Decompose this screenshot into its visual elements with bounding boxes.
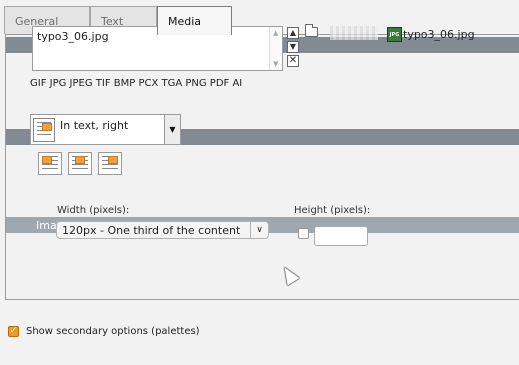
scroll-down-arrow-icon[interactable]: ▼	[273, 60, 278, 68]
secondary-options-checkbox[interactable]: ✓	[8, 326, 19, 337]
select-arrow-icon[interactable]: ▼	[164, 115, 180, 144]
position-option-right-icon[interactable]	[98, 152, 122, 175]
position-preview-icon	[33, 118, 55, 142]
position-select-value: In text, right	[60, 119, 129, 132]
tab-media[interactable]: Media	[157, 6, 232, 35]
move-up-button[interactable]: ▲	[287, 27, 299, 39]
tab-media-label: Media	[168, 15, 202, 28]
file-reference-label[interactable]: typo3_06.jpg	[403, 28, 475, 41]
file-list-scrollbar[interactable]: ▲ ▼	[269, 27, 282, 70]
image-thumbnail	[330, 26, 378, 40]
allowed-file-types: GIF JPG JPEG TIF BMP PCX TGA PNG PDF AI	[30, 78, 243, 89]
height-label: Height (pixels):	[294, 205, 371, 216]
width-select[interactable]: 120px - One third of the content ∨	[56, 221, 269, 239]
scroll-up-arrow-icon[interactable]: ▲	[273, 29, 278, 37]
width-select-value: 120px - One third of the content	[62, 224, 241, 237]
chevron-down-icon[interactable]: ∨	[250, 222, 268, 238]
width-label: Width (pixels):	[57, 205, 130, 216]
remove-item-button[interactable]: ✕	[287, 55, 299, 67]
height-input[interactable]	[314, 226, 368, 246]
secondary-options-label: Show secondary options (palettes)	[26, 326, 200, 337]
position-select[interactable]: In text, right ▼	[30, 114, 181, 145]
jpg-file-icon: JPG	[387, 27, 402, 42]
position-option-center-icon[interactable]	[68, 152, 92, 175]
height-checkbox[interactable]	[298, 228, 309, 239]
position-option-left-icon[interactable]	[38, 152, 62, 175]
move-down-button[interactable]: ▼	[287, 41, 299, 53]
folder-icon[interactable]	[305, 24, 318, 37]
